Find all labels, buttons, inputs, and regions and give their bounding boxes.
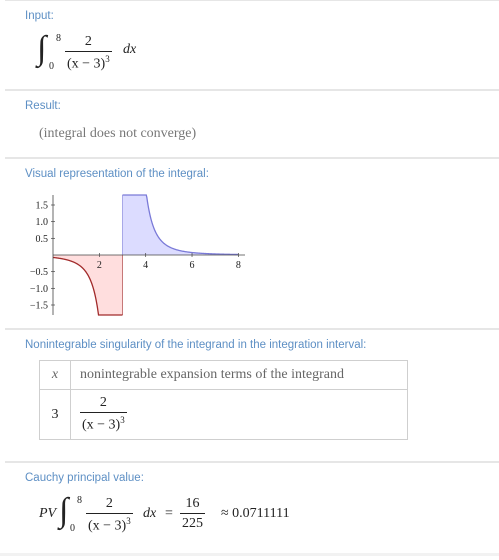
pv-label: PV xyxy=(39,506,57,521)
approx-value: ≈ 0.0711111 xyxy=(221,506,290,521)
bottom-divider xyxy=(0,553,499,556)
row-term: 2 (x − 3)3 xyxy=(70,389,408,440)
input-integral[interactable]: ∫ 8 0 2 (x − 3)3 dx xyxy=(35,31,175,76)
singularity-table[interactable]: x nonintegrable expansion terms of the i… xyxy=(39,360,408,440)
integral-plot[interactable]: 2 4 6 8 1.5 1.0 0.5 −0.5 −1.0 −1.5 xyxy=(25,191,245,319)
integrand-fraction: 2 (x − 3)3 xyxy=(65,34,112,73)
integral-sign: ∫ xyxy=(59,492,69,529)
result-title: Result: xyxy=(25,100,61,112)
lower-limit: 0 xyxy=(70,523,75,534)
upper-limit: 8 xyxy=(56,33,61,44)
singularity-pod: Nonintegrable singularity of the integra… xyxy=(5,329,499,462)
y-tick-label: 1.5 xyxy=(36,201,49,212)
x-tick-label: 8 xyxy=(236,260,241,271)
integral-sign: ∫ xyxy=(37,30,47,67)
y-tick-label: 0.5 xyxy=(36,234,49,245)
table-row: 3 2 (x − 3)3 xyxy=(39,389,408,440)
integrand-numerator: 2 xyxy=(86,496,133,514)
result-fraction: 16 225 xyxy=(180,496,205,532)
result-pod: Result: (integral does not converge) xyxy=(5,90,499,158)
cauchy-pod: Cauchy principal value: PV ∫ 8 0 2 (x − … xyxy=(5,462,499,554)
x-tick-label: 4 xyxy=(143,260,148,271)
x-tick-label: 6 xyxy=(190,260,195,271)
visual-title: Visual representation of the integral: xyxy=(25,168,209,180)
row-term-fraction: 2 (x − 3)3 xyxy=(80,395,127,434)
row-term-numerator: 2 xyxy=(80,395,127,414)
integrand-fraction: 2 (x − 3)3 xyxy=(86,496,133,535)
singularity-title: Nonintegrable singularity of the integra… xyxy=(25,339,367,351)
cauchy-expression[interactable]: PV ∫ 8 0 2 (x − 3)3 dx = 16 225 ≈ 0.0711… xyxy=(39,493,359,538)
equals-sign: = xyxy=(165,506,173,521)
differential: dx xyxy=(123,42,137,57)
visual-pod: Visual representation of the integral: 2… xyxy=(5,158,499,329)
result-denominator: 225 xyxy=(182,516,203,531)
cauchy-title: Cauchy principal value: xyxy=(25,472,144,484)
positive-area xyxy=(122,195,239,255)
result-text[interactable]: (integral does not converge) xyxy=(39,126,196,142)
header-terms: nonintegrable expansion terms of the int… xyxy=(70,360,408,390)
y-tick-label: −0.5 xyxy=(30,267,48,278)
integrand-denominator: (x − 3)3 xyxy=(67,54,110,72)
row-term-denominator: (x − 3)3 xyxy=(82,415,125,433)
y-tick-label: −1.0 xyxy=(30,284,48,295)
integrand-denominator: (x − 3)3 xyxy=(88,516,131,534)
table-header-row: x nonintegrable expansion terms of the i… xyxy=(39,360,408,390)
row-x: 3 xyxy=(39,389,71,440)
x-tick-label: 2 xyxy=(97,260,102,271)
result-numerator: 16 xyxy=(180,496,205,514)
lower-limit: 0 xyxy=(49,61,54,72)
integrand-numerator: 2 xyxy=(65,34,112,52)
y-tick-label: −1.5 xyxy=(30,301,48,312)
y-tick-label: 1.0 xyxy=(36,217,49,228)
upper-limit: 8 xyxy=(77,495,82,506)
input-title: Input: xyxy=(25,10,54,22)
negative-area xyxy=(53,255,123,315)
differential: dx xyxy=(143,506,157,521)
header-x: x xyxy=(39,360,71,390)
input-pod: Input: ∫ 8 0 2 (x − 3)3 dx xyxy=(5,0,499,90)
